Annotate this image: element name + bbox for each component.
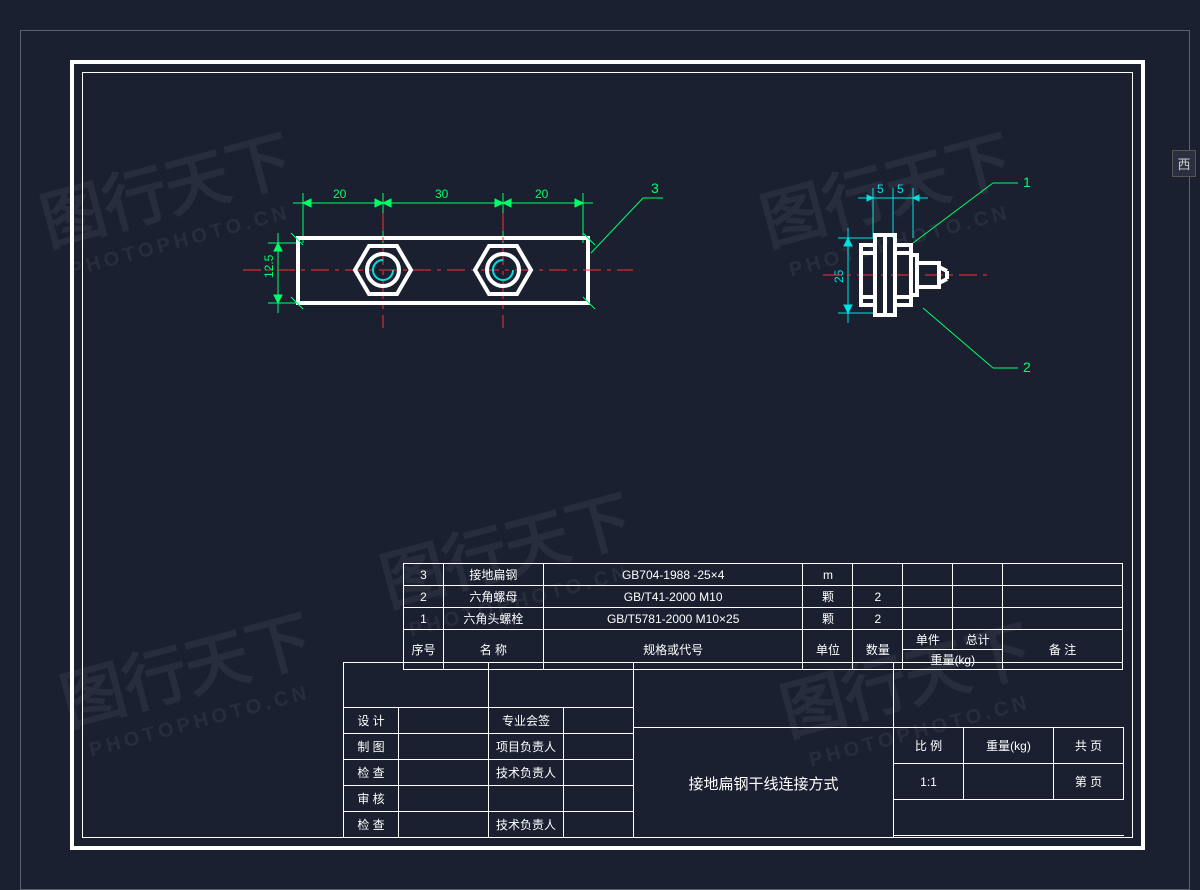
lbl-review: 审 核	[344, 786, 399, 812]
title-block-center: 接地扁钢干线连接方式	[634, 663, 894, 838]
lbl-techlead2: 技术负责人	[489, 812, 564, 838]
table-row: 2 六角螺母 GB/T41-2000 M10 颗 2	[404, 586, 1123, 608]
lbl-specsign: 专业会签	[489, 708, 564, 734]
dim-12-5: 12.5	[262, 254, 276, 278]
val-weight	[964, 764, 1054, 800]
cell-qty	[853, 564, 903, 586]
val-blank	[564, 786, 634, 812]
cell-wt2	[953, 608, 1003, 630]
callout-1: 1	[1023, 174, 1031, 190]
title-block-signatures: 设 计 专业会签 制 图 项目负责人 检 查 技术负责人	[344, 663, 634, 838]
cell-note	[1003, 586, 1123, 608]
tb-blank	[489, 663, 634, 708]
lbl-projlead: 项目负责人	[489, 734, 564, 760]
lbl-weight: 重量(kg)	[964, 728, 1054, 764]
callout-2: 2	[1023, 359, 1031, 375]
val-scale: 1:1	[894, 764, 964, 800]
front-view: 20 30 20 12.5	[173, 153, 673, 373]
val-projlead	[564, 734, 634, 760]
hdr-wt-total: 总计	[953, 630, 1002, 649]
val-techlead2	[564, 812, 634, 838]
cell-wt2	[953, 564, 1003, 586]
cell-note	[1003, 608, 1123, 630]
parts-list-table: 3 接地扁钢 GB704-1988 -25×4 m 2 六角螺母 GB/T41-…	[403, 563, 1123, 670]
val-check	[399, 760, 489, 786]
val-review	[399, 786, 489, 812]
cell-wt1	[903, 586, 953, 608]
cell-wt2	[953, 586, 1003, 608]
callout-3: 3	[651, 180, 659, 196]
dim-20a: 20	[333, 187, 347, 201]
cell-spec: GB/T41-2000 M10	[543, 586, 803, 608]
cell-spec: GB/T5781-2000 M10×25	[543, 608, 803, 630]
cell-id: 1	[404, 608, 444, 630]
tb-dwgno	[894, 800, 1124, 836]
cell-name: 六角螺母	[443, 586, 543, 608]
lbl-check2: 检 查	[344, 812, 399, 838]
cell-wt1	[903, 564, 953, 586]
dim-20b: 20	[535, 187, 549, 201]
dim-5b: 5	[897, 182, 904, 196]
lbl-blank	[489, 786, 564, 812]
cell-id: 2	[404, 586, 444, 608]
side-view: 5 5 25	[763, 143, 1083, 403]
sheet-inner-border: 20 30 20 12.5	[82, 72, 1133, 838]
cell-unit: 颗	[803, 586, 853, 608]
val-drawn	[399, 734, 489, 760]
lbl-scale: 比 例	[894, 728, 964, 764]
cell-name: 接地扁钢	[443, 564, 543, 586]
cell-qty: 2	[853, 608, 903, 630]
val-check2	[399, 812, 489, 838]
cell-qty: 2	[853, 586, 903, 608]
cell-id: 3	[404, 564, 444, 586]
cell-note	[1003, 564, 1123, 586]
side-palette-tab[interactable]: 西	[1172, 150, 1196, 177]
dim-30: 30	[435, 187, 449, 201]
side-tab-text: 西	[1177, 157, 1190, 172]
cell-wt1	[903, 608, 953, 630]
lbl-drawn: 制 图	[344, 734, 399, 760]
table-row: 1 六角头螺栓 GB/T5781-2000 M10×25 颗 2	[404, 608, 1123, 630]
cell-unit: m	[803, 564, 853, 586]
cad-viewport[interactable]: 注 共 1:1 第 西	[0, 0, 1200, 890]
cell-name: 六角头螺栓	[443, 608, 543, 630]
lbl-techlead: 技术负责人	[489, 760, 564, 786]
val-techlead	[564, 760, 634, 786]
cell-spec: GB704-1988 -25×4	[543, 564, 803, 586]
drawing-title: 接地扁钢干线连接方式	[634, 728, 893, 838]
tb-right-blank	[894, 663, 1124, 728]
lbl-design: 设 计	[344, 708, 399, 734]
dim-5a: 5	[877, 182, 884, 196]
title-block-right: 比 例 重量(kg) 共 页 1:1 第 页	[894, 663, 1124, 838]
dim-25: 25	[832, 269, 846, 283]
lbl-pages: 共 页	[1054, 728, 1124, 764]
table-row: 3 接地扁钢 GB704-1988 -25×4 m	[404, 564, 1123, 586]
cell-unit: 颗	[803, 608, 853, 630]
model-space[interactable]: 20 30 20 12.5	[83, 73, 1132, 837]
hdr-wt-single: 单件	[903, 630, 953, 649]
drawing-sheet: 20 30 20 12.5	[70, 60, 1145, 850]
tb-blank	[344, 663, 489, 708]
lbl-check: 检 查	[344, 760, 399, 786]
val-specsign	[564, 708, 634, 734]
val-design	[399, 708, 489, 734]
title-block: 设 计 专业会签 制 图 项目负责人 检 查 技术负责人	[343, 662, 1123, 837]
tb-company-blank	[634, 663, 893, 728]
val-page: 第 页	[1054, 764, 1124, 800]
